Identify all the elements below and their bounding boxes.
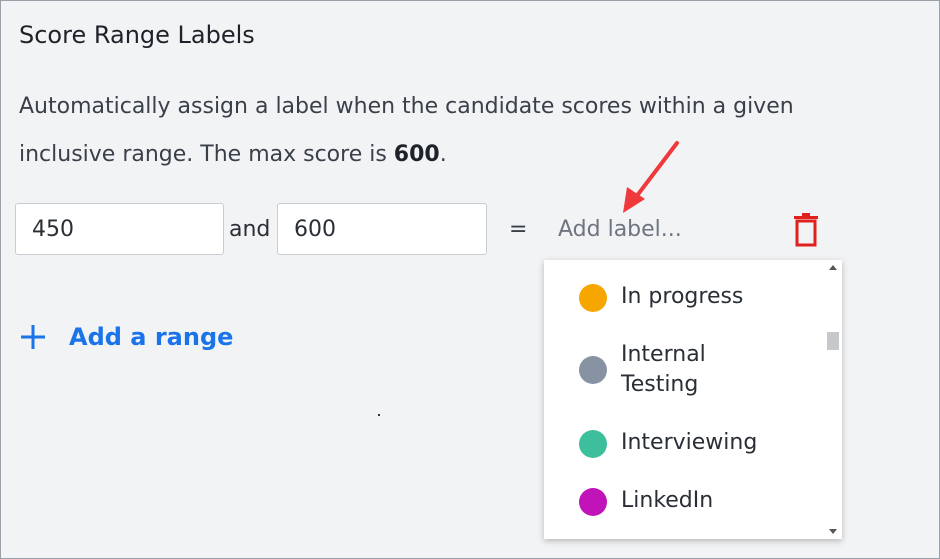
cursor-speck bbox=[378, 414, 380, 416]
dropdown-scrollbar[interactable] bbox=[826, 260, 842, 539]
annotation-arrow-icon bbox=[623, 141, 679, 213]
and-label: and bbox=[229, 217, 271, 242]
add-range-label: Add a range bbox=[69, 323, 234, 351]
description-suffix: . bbox=[439, 142, 447, 167]
min-score-input[interactable] bbox=[15, 203, 224, 255]
dropdown-option-linkedin[interactable]: LinkedIn bbox=[544, 486, 824, 516]
status-dot-icon bbox=[579, 430, 607, 458]
section-title: Score Range Labels bbox=[19, 21, 255, 49]
add-range-button[interactable]: Add a range bbox=[19, 323, 233, 351]
scrollbar-thumb[interactable] bbox=[827, 332, 839, 350]
dropdown-option-interviewing[interactable]: Interviewing bbox=[544, 428, 824, 458]
scroll-up-icon[interactable] bbox=[829, 265, 837, 270]
label-dropdown[interactable]: In progress Internal Testing Interviewin… bbox=[544, 260, 842, 539]
option-label: Interviewing bbox=[621, 430, 758, 455]
plus-icon bbox=[21, 325, 45, 349]
section-description: Automatically assign a label when the ca… bbox=[19, 83, 839, 179]
equals-sign: = bbox=[509, 217, 528, 242]
score-range-panel: Score Range Labels Automatically assign … bbox=[0, 0, 940, 559]
dropdown-option-in-progress[interactable]: In progress bbox=[544, 282, 824, 312]
status-dot-icon bbox=[579, 356, 607, 384]
option-label: Internal Testing bbox=[621, 342, 706, 397]
dropdown-option-internal-testing[interactable]: Internal Testing bbox=[544, 340, 824, 404]
add-label-select[interactable]: Add label... bbox=[558, 217, 682, 242]
status-dot-icon bbox=[579, 284, 607, 312]
trash-icon[interactable] bbox=[793, 213, 819, 247]
scroll-down-icon[interactable] bbox=[829, 529, 837, 534]
option-label: LinkedIn bbox=[621, 488, 714, 513]
max-score-input[interactable] bbox=[277, 203, 487, 255]
max-score: 600 bbox=[393, 142, 440, 167]
option-label: In progress bbox=[621, 284, 744, 309]
status-dot-icon bbox=[579, 488, 607, 516]
